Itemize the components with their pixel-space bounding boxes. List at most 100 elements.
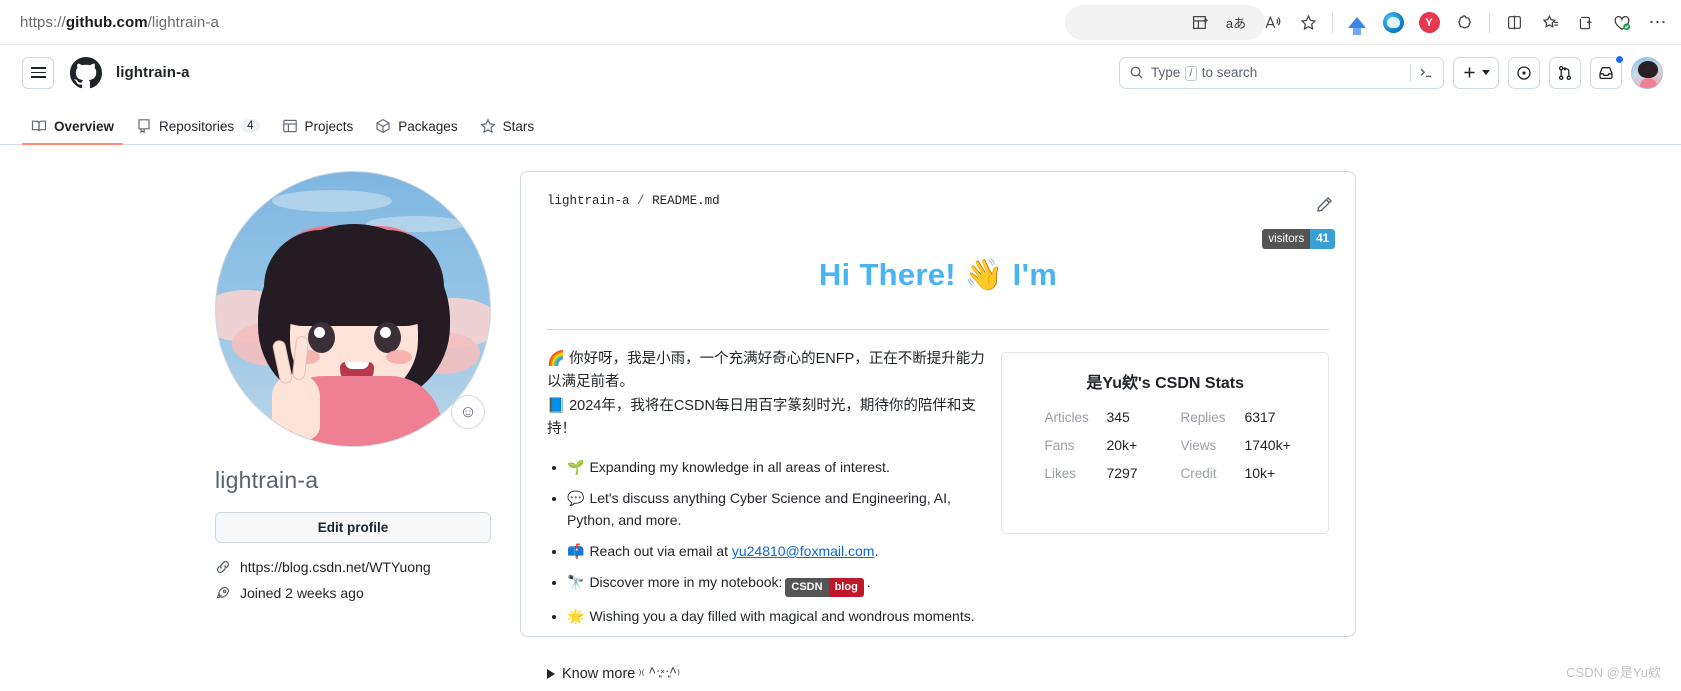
translate-icon[interactable]: aあ (1219, 6, 1253, 40)
stats-card-title: 是Yu欸's CSDN Stats (1086, 375, 1245, 392)
edge-copilot-icon[interactable] (1376, 6, 1410, 40)
pencil-icon[interactable] (1316, 196, 1333, 218)
browser-icon-group: aあ Y ⋯ (1183, 0, 1675, 45)
bio-line-2: 📘 2024年，我将在CSDN每日用百字篆刻时光，期待你的陪伴和支持！ (547, 397, 976, 438)
issues-button[interactable] (1508, 56, 1540, 89)
edit-profile-label: Edit profile (317, 520, 389, 535)
search-placeholder-post: to search (1201, 64, 1258, 80)
list-item: 🌱Expanding my knowledge in all areas of … (567, 456, 987, 479)
tab-stars-label: Stars (502, 118, 535, 134)
search-slash-key: / (1185, 65, 1197, 81)
tab-overview[interactable]: Overview (22, 118, 124, 145)
url-domain: github.com (65, 13, 148, 31)
csdn-badge-left: CSDN (785, 578, 829, 598)
tab-stars[interactable]: Stars (471, 118, 544, 144)
tab-projects[interactable]: Projects (273, 118, 363, 144)
avatar-eye-right (374, 322, 401, 353)
profile-nav-tabs: Overview Repositories 4 Projects Package… (0, 100, 1681, 145)
create-new-button[interactable] (1453, 56, 1499, 89)
readme-left-column: 🌈 你好呀，我是小雨，一个充满好奇心的ENFP，正在不断提升能力以满足前者。 📘… (547, 348, 987, 691)
browser-toolbar: https://github.com/lightrain-a aあ Y ⋯ (0, 0, 1681, 45)
collections-icon[interactable] (1533, 6, 1567, 40)
csdn-stats-card: 是Yu欸's CSDN Stats Articles 345 Replies 6… (1001, 352, 1329, 534)
visitors-badge-count: 41 (1310, 229, 1335, 249)
csdn-blog-badge[interactable]: CSDN blog (785, 578, 864, 598)
know-more-label: Know more (562, 666, 636, 683)
github-logo-icon[interactable] (70, 56, 102, 89)
readme-filename[interactable]: README.md (652, 194, 720, 208)
tab-repositories-label: Repositories (159, 118, 235, 134)
terminal-icon[interactable] (1418, 65, 1434, 81)
tab-projects-label: Projects (304, 118, 354, 134)
bio-line-1: 🌈 你好呀，我是小雨，一个充满好奇心的ENFP，正在不断提升能力以满足前者。 (547, 351, 985, 391)
bullet-text-4: Wishing you a day filled with magical an… (589, 608, 975, 625)
profile-avatar-image[interactable] (215, 171, 491, 447)
read-aloud-icon[interactable] (1255, 6, 1289, 40)
stat-value-credit: 10k+ (1244, 465, 1276, 481)
glowing-star-icon: 🌟 (567, 608, 585, 625)
stat-label-articles: Articles (1044, 409, 1089, 425)
toolbar-divider (1332, 12, 1333, 33)
list-item: 📫Reach out via email at yu24810@foxmail.… (567, 540, 987, 563)
tab-overview-label: Overview (54, 118, 115, 134)
email-link[interactable]: yu24810@foxmail.com (732, 543, 875, 559)
browser-essentials-icon[interactable] (1497, 6, 1531, 40)
triangle-right-icon (547, 669, 555, 680)
profile-joined-row: Joined 2 weeks ago (215, 585, 520, 601)
tab-repositories[interactable]: Repositories 4 (127, 118, 268, 144)
link-icon (216, 560, 230, 574)
address-bar[interactable]: https://github.com/lightrain-a (20, 14, 219, 31)
stat-value-fans: 20k+ (1106, 437, 1138, 453)
rocket-icon (216, 586, 230, 599)
readme-card: lightrain-a / README.md visitors 41 Hi T… (520, 171, 1356, 682)
user-avatar-button[interactable] (1631, 56, 1663, 89)
add-tab-icon[interactable] (1569, 6, 1603, 40)
set-status-button[interactable]: ☺ (451, 395, 485, 429)
seedling-icon: 🌱 (567, 458, 585, 475)
avatar-container: ☺ (215, 171, 491, 447)
profile-joined-text: Joined 2 weeks ago (240, 585, 364, 601)
search-input[interactable]: Type / to search (1119, 56, 1444, 89)
extensions-puzzle-icon[interactable] (1448, 6, 1482, 40)
search-placeholder-pre: Type (1151, 64, 1181, 80)
profile-website-row[interactable]: https://blog.csdn.net/WTYuong (215, 559, 520, 575)
downloads-icon[interactable] (1340, 6, 1374, 40)
hamburger-menu-icon[interactable] (22, 56, 54, 89)
breadcrumb-separator: / (637, 194, 645, 208)
list-item: 🌟Wishing you a day filled with magical a… (567, 605, 987, 628)
readme-owner[interactable]: lightrain-a (547, 194, 630, 208)
bullet-text-2: Reach out via email at (589, 542, 732, 559)
toolbar-divider-2 (1489, 12, 1490, 33)
csdn-watermark: CSDN @是Yu欸 (1566, 665, 1661, 680)
extension-red-icon[interactable]: Y (1412, 6, 1446, 40)
url-path: /lightrain-a (147, 13, 219, 31)
stat-label-likes: Likes (1044, 465, 1076, 481)
header-owner-name[interactable]: lightrain-a (116, 64, 190, 81)
favorite-star-icon[interactable] (1291, 6, 1325, 40)
profile-page-body: ☺ lightrain-a Edit profile https://blog.… (0, 145, 1681, 691)
readme-divider (547, 329, 1329, 330)
csdn-badge-right: blog (828, 578, 864, 598)
notifications-inbox-button[interactable] (1590, 54, 1624, 89)
profile-health-icon[interactable] (1605, 6, 1639, 40)
readme-breadcrumb: lightrain-a / README.md (547, 194, 1329, 208)
stat-value-articles: 345 (1106, 409, 1130, 425)
visitors-badge-label: visitors (1262, 229, 1311, 249)
search-placeholder: Type / to search (1151, 65, 1403, 81)
know-more-details-toggle[interactable]: Know more ₎₍ ˄·͈༝·͈˄₎ (547, 656, 987, 691)
settings-more-icon[interactable]: ⋯ (1641, 6, 1675, 40)
tab-packages-label: Packages (398, 118, 458, 134)
status-smiley-icon: ☺ (459, 402, 477, 421)
profile-website-link[interactable]: https://blog.csdn.net/WTYuong (240, 559, 431, 575)
tab-packages[interactable]: Packages (366, 118, 466, 144)
pull-requests-button[interactable] (1549, 56, 1581, 89)
edit-profile-button[interactable]: Edit profile (215, 512, 491, 543)
url-prefix: https:// (20, 13, 66, 31)
stat-label-fans: Fans (1044, 437, 1075, 453)
bullet-text-0: Expanding my knowledge in all areas of i… (589, 458, 890, 475)
bullet-tail-3: . (866, 573, 871, 590)
readme-bullet-list: 🌱Expanding my knowledge in all areas of … (547, 456, 987, 628)
split-screen-icon[interactable] (1183, 6, 1217, 40)
stat-label-views: Views (1180, 437, 1217, 453)
stat-label-replies: Replies (1180, 409, 1226, 425)
